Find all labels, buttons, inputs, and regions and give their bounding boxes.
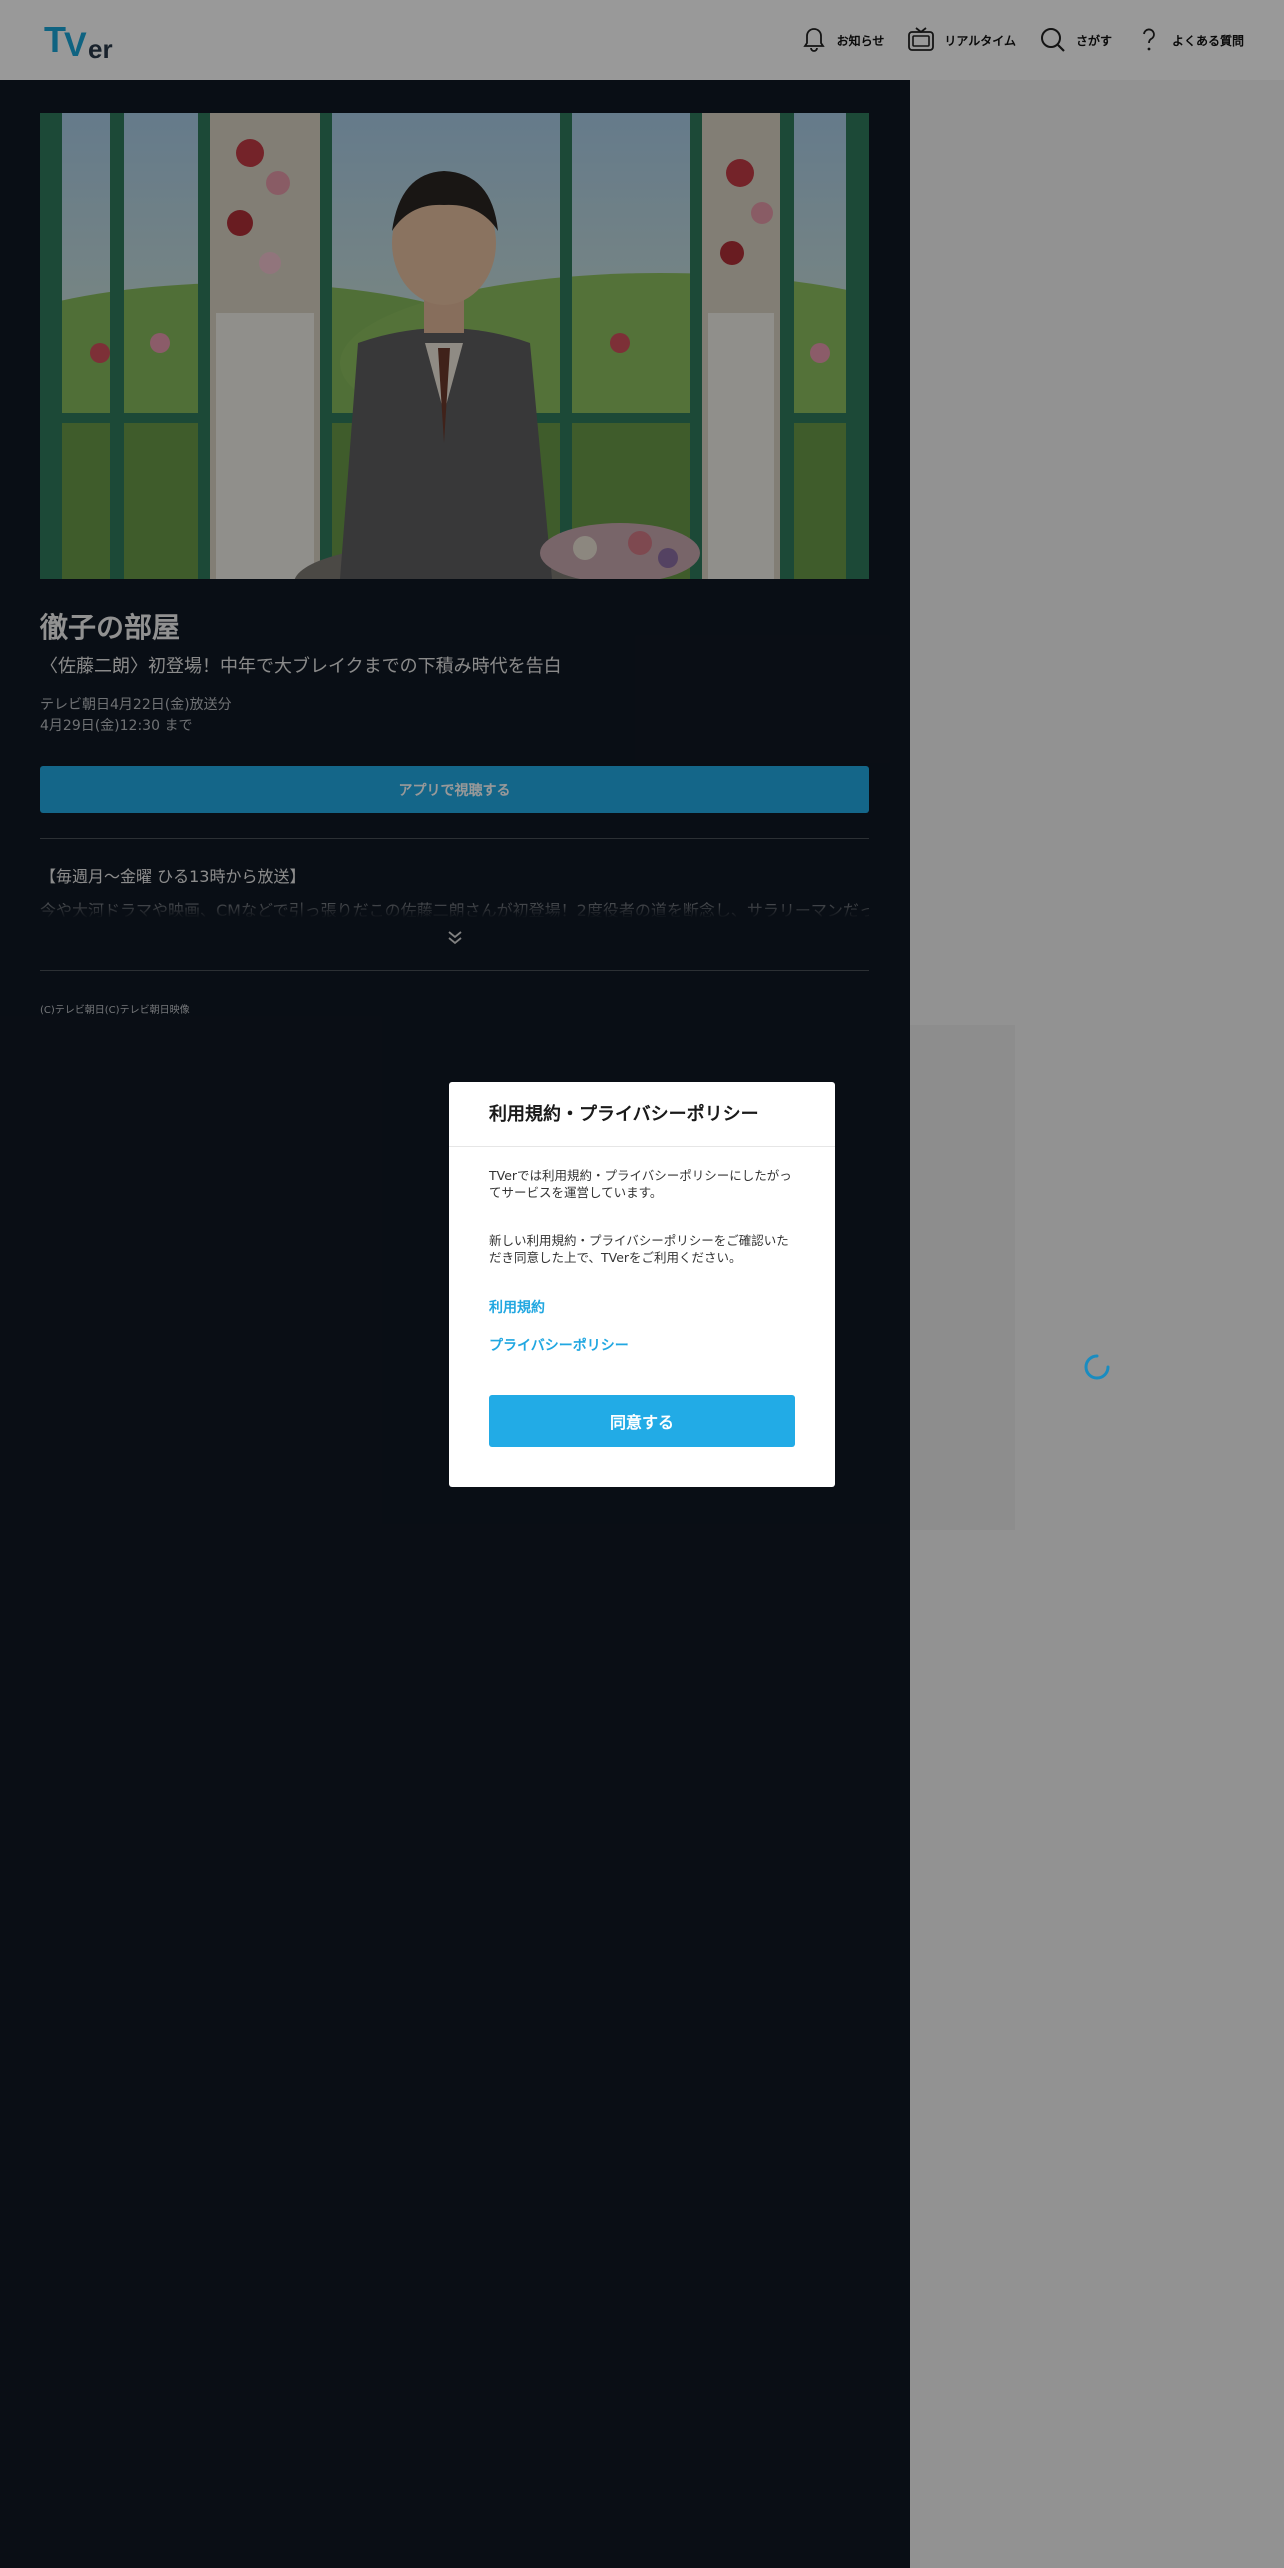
agree-button[interactable]: 同意する <box>489 1395 795 1447</box>
modal-text: 新しい利用規約・プライバシーポリシーをご確認いただき同意した上で、TVerをご利… <box>489 1233 789 1265</box>
modal-title: 利用規約・プライバシーポリシー <box>489 1104 759 1125</box>
privacy-policy-link[interactable]: プライバシーポリシー <box>489 1335 629 1355</box>
terms-link[interactable]: 利用規約 <box>489 1297 545 1317</box>
loading-spinner-icon <box>1084 1354 1110 1380</box>
divider <box>449 1146 835 1147</box>
terms-modal: 利用規約・プライバシーポリシー TVerでは利用規約・プライバシーポリシーにした… <box>449 1082 835 1487</box>
modal-text: TVerでは利用規約・プライバシーポリシーにしたがってサービスを運営しています。 <box>489 1168 792 1200</box>
